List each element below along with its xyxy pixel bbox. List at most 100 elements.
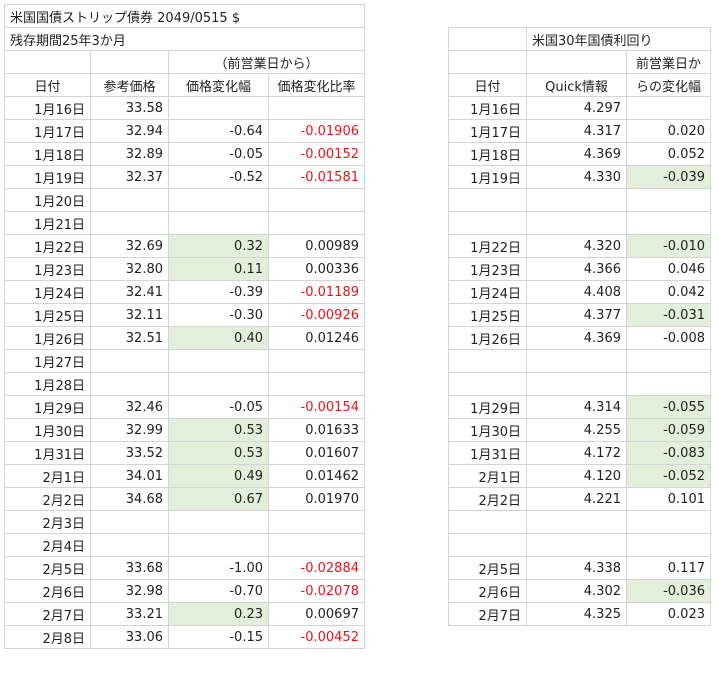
- yield-change-cell: [626, 510, 711, 534]
- group-header-from-previous-day: （前営業日から）: [168, 50, 365, 74]
- price-cell: 33.52: [90, 441, 169, 465]
- yield-change-cell: [626, 349, 711, 373]
- yield-cell: [526, 211, 627, 235]
- price-cell: 34.68: [90, 487, 169, 511]
- table-row: 1月29日 32.46 -0.05 -0.00154: [4, 395, 365, 419]
- date-cell: 1月24日: [4, 280, 91, 304]
- price-ratio-cell: -0.01581: [268, 165, 365, 189]
- date-cell: 1月16日: [4, 96, 91, 120]
- price-cell: 32.99: [90, 418, 169, 442]
- date-cell: 1月19日: [4, 165, 91, 189]
- header-reference-price: 参考価格: [90, 73, 169, 97]
- price-cell: [90, 372, 169, 396]
- table-row: 1月26日 4.369 -0.008: [448, 326, 711, 350]
- yield-change-cell: 0.023: [626, 602, 711, 626]
- price-change-cell: [168, 510, 269, 534]
- price-ratio-cell: -0.00452: [268, 625, 365, 649]
- price-cell: 32.80: [90, 257, 169, 281]
- yield-change-cell: -0.055: [626, 395, 711, 419]
- yield-cell: 4.120: [526, 464, 627, 488]
- price-change-cell: [168, 372, 269, 396]
- yield-cell: 4.255: [526, 418, 627, 442]
- table-row: 1月24日 32.41 -0.39 -0.01189: [4, 280, 365, 304]
- yield-change-cell: 0.046: [626, 257, 711, 281]
- table-row: 1月30日 32.99 0.53 0.01633: [4, 418, 365, 442]
- table-row: 1月23日 4.366 0.046: [448, 257, 711, 281]
- date-cell: [448, 349, 527, 373]
- table-row: 2月7日 33.21 0.23 0.00697: [4, 602, 365, 626]
- price-change-cell: -0.05: [168, 142, 269, 166]
- date-cell: 1月31日: [448, 441, 527, 465]
- date-cell: 2月2日: [4, 487, 91, 511]
- price-change-cell: 0.32: [168, 234, 269, 258]
- date-cell: 1月29日: [4, 395, 91, 419]
- date-cell: 1月26日: [448, 326, 527, 350]
- date-cell: 1月17日: [448, 119, 527, 143]
- price-ratio-cell: -0.01906: [268, 119, 365, 143]
- price-change-cell: 0.40: [168, 326, 269, 350]
- table-row: 2月1日 4.120 -0.052: [448, 464, 711, 488]
- yield-cell: 4.366: [526, 257, 627, 281]
- yield-change-cell: -0.036: [626, 579, 711, 603]
- date-cell: 2月5日: [448, 556, 527, 580]
- date-cell: 2月6日: [448, 579, 527, 603]
- date-cell: 1月22日: [4, 234, 91, 258]
- price-change-cell: 0.67: [168, 487, 269, 511]
- price-cell: [90, 533, 169, 557]
- date-cell: 1月23日: [448, 257, 527, 281]
- table-row: 1月17日 32.94 -0.64 -0.01906: [4, 119, 365, 143]
- yield-cell: [526, 349, 627, 373]
- header-change-line1: 前営業日か: [626, 50, 711, 74]
- yield-cell: 4.314: [526, 395, 627, 419]
- price-change-cell: -0.39: [168, 280, 269, 304]
- date-cell: 2月1日: [4, 464, 91, 488]
- table-row: 1月27日: [4, 349, 365, 373]
- yield-change-cell: -0.059: [626, 418, 711, 442]
- table-row: 1月28日: [4, 372, 365, 396]
- price-ratio-cell: [268, 211, 365, 235]
- yield-cell: 4.302: [526, 579, 627, 603]
- price-change-cell: -1.00: [168, 556, 269, 580]
- yield-table: 米国30年国債利回り 前営業日か 日付 Quick情報 らの変化幅 1月16日 4…: [448, 27, 711, 626]
- yield-cell: 4.172: [526, 441, 627, 465]
- price-change-cell: [168, 188, 269, 212]
- yield-change-cell: 0.042: [626, 280, 711, 304]
- price-cell: 33.58: [90, 96, 169, 120]
- price-change-cell: [168, 349, 269, 373]
- table-row: 1月25日 32.11 -0.30 -0.00926: [4, 303, 365, 327]
- date-cell: [448, 211, 527, 235]
- date-cell: 1月18日: [448, 142, 527, 166]
- date-cell: 1月23日: [4, 257, 91, 281]
- date-cell: 2月7日: [448, 602, 527, 626]
- table-row: 1月19日 4.330 -0.039: [448, 165, 711, 189]
- price-cell: [90, 510, 169, 534]
- header-date: 日付: [4, 73, 91, 97]
- yield-change-cell: 0.052: [626, 142, 711, 166]
- yield-change-cell: [626, 188, 711, 212]
- yield-cell: [526, 510, 627, 534]
- date-cell: 2月4日: [4, 533, 91, 557]
- yield-change-cell: -0.039: [626, 165, 711, 189]
- date-cell: 1月30日: [4, 418, 91, 442]
- price-ratio-cell: 0.01633: [268, 418, 365, 442]
- table-row: 2月8日 33.06 -0.15 -0.00452: [4, 625, 365, 649]
- table-row: 2月5日 4.338 0.117: [448, 556, 711, 580]
- yield-cell: 4.221: [526, 487, 627, 511]
- table-row: [448, 372, 711, 396]
- price-change-cell: 0.11: [168, 257, 269, 281]
- header-change-line2: らの変化幅: [626, 73, 711, 97]
- yield-cell: [526, 188, 627, 212]
- table-row: 1月21日: [4, 211, 365, 235]
- table-row: 2月7日 4.325 0.023: [448, 602, 711, 626]
- price-change-cell: -0.05: [168, 395, 269, 419]
- yield-table-title: 米国30年国債利回り: [526, 27, 711, 51]
- header-quick-info: Quick情報: [526, 73, 627, 97]
- table-row: 1月16日 33.58: [4, 96, 365, 120]
- price-cell: 32.98: [90, 579, 169, 603]
- date-cell: 2月5日: [4, 556, 91, 580]
- date-cell: 1月24日: [448, 280, 527, 304]
- yield-cell: [526, 372, 627, 396]
- yield-cell: 4.320: [526, 234, 627, 258]
- table-row: 1月22日 32.69 0.32 0.00989: [4, 234, 365, 258]
- date-cell: 2月8日: [4, 625, 91, 649]
